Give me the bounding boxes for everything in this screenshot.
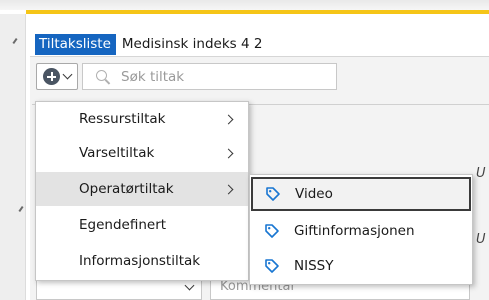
left-panel: [0, 14, 26, 300]
menu-item-informasjonstiltak[interactable]: Informasjonstiltak: [36, 244, 248, 278]
tab-medisinsk-indeks[interactable]: Medisinsk indeks 4 2: [116, 34, 268, 55]
submenu-item-label: Video: [295, 186, 333, 202]
search-input[interactable]: Søk tiltak: [82, 63, 337, 90]
window-top-bar: [0, 0, 489, 10]
submenu-item-giftinformasjonen[interactable]: Giftinformasjonen: [250, 214, 472, 248]
submenu-item-label: NISSY: [294, 258, 334, 274]
search-placeholder: Søk tiltak: [121, 68, 185, 85]
chevron-right-icon: [223, 148, 234, 158]
menu-item-label: Operatørtiltak: [79, 181, 174, 197]
add-tiltak-menu: Ressurstiltak Varseltiltak Operatørtilta…: [35, 101, 249, 281]
menu-item-ressurstiltak[interactable]: Ressurstiltak: [36, 102, 248, 136]
menu-item-label: Ressurstiltak: [79, 111, 166, 127]
chevron-right-icon: [223, 184, 234, 194]
tag-icon: [265, 224, 279, 238]
tab-bar: Tiltaksliste Medisinsk indeks 4 2: [35, 34, 267, 55]
submenu-item-label: Giftinformasjonen: [294, 223, 415, 239]
tag-icon: [265, 259, 279, 273]
submenu-item-nissy[interactable]: NISSY: [250, 249, 472, 283]
menu-item-label: Informasjonstiltak: [79, 253, 201, 269]
chevron-right-icon: [223, 114, 234, 124]
submenu-item-video[interactable]: Video: [251, 177, 471, 211]
plus-circle-icon: [43, 68, 60, 85]
column-header-fragment: U: [476, 166, 486, 181]
menu-item-varseltiltak[interactable]: Varseltiltak: [36, 136, 248, 170]
menu-item-egendefinert[interactable]: Egendefinert: [36, 208, 248, 242]
tag-icon: [266, 187, 280, 201]
operatortiltak-submenu: Video Giftinformasjonen NISSY: [249, 174, 473, 285]
menu-item-label: Varseltiltak: [79, 145, 155, 161]
accent-bar: [26, 10, 489, 14]
menu-item-label: Egendefinert: [79, 217, 167, 233]
menu-item-operatortiltak[interactable]: Operatørtiltak: [36, 172, 248, 206]
search-icon: [96, 69, 110, 84]
add-tiltak-button[interactable]: [36, 63, 78, 90]
chevron-down-icon: [62, 69, 73, 80]
tab-tiltaksliste[interactable]: Tiltaksliste: [35, 34, 116, 55]
column-header-fragment: U: [476, 232, 486, 247]
